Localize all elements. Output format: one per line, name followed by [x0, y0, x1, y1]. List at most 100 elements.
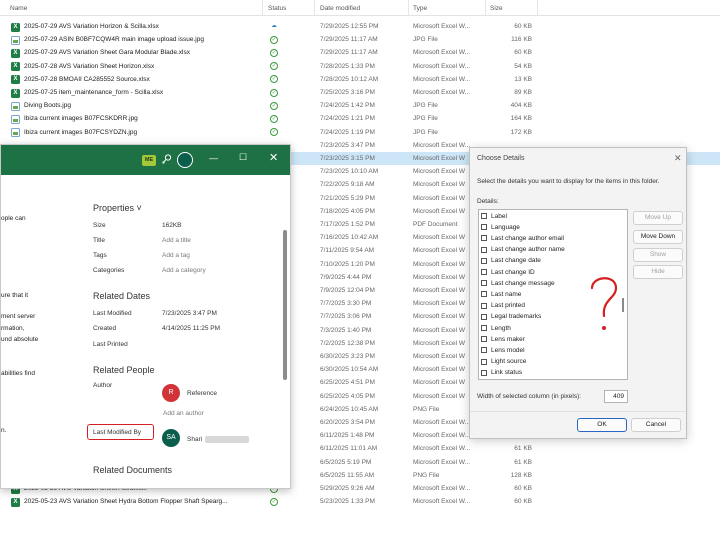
show-button[interactable]: Show	[633, 248, 683, 262]
file-date-modified: 6/24/2025 10:45 AM	[320, 405, 379, 413]
file-row[interactable]: X 2025-07-29 AVS Variation Sheet Gara Mod…	[0, 46, 720, 59]
date-value-last-modified: 7/23/2025 3:47 PM	[162, 310, 217, 317]
details-item-label: Last change author email	[491, 234, 564, 242]
file-row[interactable]: X 2025-05-23 AVS Variation Sheet Hydra Bo…	[0, 495, 720, 508]
file-size: 172 KB	[510, 128, 532, 136]
account-avatar[interactable]	[177, 152, 193, 168]
file-type: JPG File	[413, 36, 438, 44]
file-type: Microsoft Excel W...	[413, 62, 471, 70]
move-up-button[interactable]: Move Up	[633, 211, 683, 225]
details-item-label: Lens maker	[491, 335, 525, 343]
author-avatar[interactable]: R	[162, 384, 180, 402]
property-value-tags[interactable]: Add a tag	[162, 252, 190, 259]
checkbox[interactable]	[481, 246, 487, 253]
coauthoring-icon[interactable]	[161, 153, 173, 165]
file-type: JPG File	[413, 102, 438, 110]
file-name: 2025-07-25 item_maintenance_form - Scill…	[24, 89, 164, 96]
file-date-modified: 7/29/2025 11:17 AM	[320, 49, 378, 57]
left-pane-text: ople can	[1, 215, 26, 222]
last-modified-by-label: Last Modified By	[93, 429, 142, 436]
checkbox[interactable]	[481, 235, 487, 242]
file-row[interactable]: Ibiza current images B07FCSKDRR.jpg 7/24/…	[0, 112, 720, 125]
file-date-modified: 6/30/2025 3:23 PM	[320, 353, 375, 360]
dialog-close-icon[interactable]: ✕	[674, 153, 682, 164]
add-author-link[interactable]: Add an author	[163, 410, 204, 417]
maximize-icon[interactable]: ☐	[239, 152, 247, 163]
file-size: 116 KB	[511, 36, 532, 44]
file-row[interactable]: X 2025-07-25 item_maintenance_form - Scil…	[0, 86, 720, 99]
file-date-modified: 7/7/2025 3:30 PM	[320, 300, 372, 308]
info-scrollbar[interactable]	[283, 205, 288, 475]
hide-button[interactable]: Hide	[633, 265, 683, 279]
related-documents-heading: Related Documents	[93, 465, 173, 475]
author-name[interactable]: Reference	[187, 390, 217, 397]
file-date-modified: 7/22/2025 9:18 AM	[320, 181, 375, 189]
column-width-input[interactable]: 409	[604, 390, 628, 403]
file-size: 61 KB	[514, 458, 532, 466]
choose-details-dialog: Choose Details ✕ Select the details you …	[469, 147, 687, 439]
dialog-title: Choose Details	[477, 155, 525, 162]
checkbox[interactable]	[481, 291, 487, 298]
column-header-type[interactable]: Type	[413, 5, 427, 12]
checkbox[interactable]	[481, 213, 487, 219]
redacted-surname	[205, 436, 249, 443]
column-header-bar: Name Status Date modified Type Size	[0, 0, 720, 16]
checkbox[interactable]	[481, 358, 487, 365]
column-header-status[interactable]: Status	[268, 5, 286, 12]
checkbox[interactable]	[481, 369, 487, 376]
checkbox[interactable]	[481, 280, 487, 287]
checkbox[interactable]	[481, 325, 487, 331]
checkbox[interactable]	[481, 224, 487, 231]
checkbox[interactable]	[481, 336, 487, 343]
column-header-date-modified[interactable]: Date modified	[320, 5, 360, 12]
file-size: 128 KB	[510, 471, 532, 479]
file-date-modified: 7/11/2025 9:54 AM	[320, 247, 375, 255]
modifier-name[interactable]: Shari	[187, 436, 202, 443]
checkbox[interactable]	[481, 313, 487, 320]
column-header-size[interactable]: Size	[490, 5, 503, 12]
details-item-label: Last name	[491, 290, 522, 298]
file-name: 2025-07-29 AVS Variation Sheet Gara Modu…	[24, 49, 190, 57]
minimize-icon[interactable]: —	[209, 153, 218, 163]
file-date-modified: 7/24/2025 1:42 PM	[320, 102, 375, 110]
checkbox[interactable]	[481, 257, 487, 264]
property-value-title[interactable]: Add a title	[162, 237, 191, 244]
file-date-modified: 7/29/2025 11:17 AM	[320, 36, 378, 44]
checkbox[interactable]	[481, 302, 487, 309]
file-type: Microsoft Excel W...	[413, 445, 471, 453]
file-date-modified: 6/5/2025 5:19 PM	[320, 458, 372, 466]
file-date-modified: 7/23/2025 3:47 PM	[320, 141, 375, 149]
synced-check-icon: ✓	[270, 62, 278, 71]
modifier-avatar[interactable]: SA	[162, 429, 180, 447]
ok-button[interactable]: OK	[577, 418, 627, 432]
close-icon[interactable]: ✕	[269, 151, 278, 164]
file-row[interactable]: X 2025-07-28 BMOAII CA285552 Source.xlsx 7…	[0, 73, 720, 86]
cancel-button[interactable]: Cancel	[631, 418, 681, 432]
user-initials-badge[interactable]: ME	[142, 155, 156, 166]
column-header-name[interactable]: Name	[10, 5, 27, 12]
file-size: 61 KB	[514, 445, 532, 453]
file-name: 2025-07-29 ASIN B0BF7CQW4R main image up…	[24, 36, 204, 44]
file-type: Microsoft Excel W...	[413, 89, 471, 96]
left-pane-text: ment server	[1, 313, 36, 320]
move-down-button[interactable]: Move Down	[633, 230, 683, 244]
details-item-label: Label	[491, 212, 507, 220]
file-date-modified: 7/28/2025 1:33 PM	[320, 62, 375, 70]
synced-check-icon: ✓	[270, 128, 278, 137]
property-label-title: Title	[93, 237, 106, 244]
file-row[interactable]: X 2025-07-28 AVS Variation Sheet Horizon.…	[0, 60, 720, 73]
file-size: 60 KB	[514, 485, 532, 492]
file-row[interactable]: Diving Boots.jpg 7/24/2025 1:42 PM JPG Fil…	[0, 99, 720, 112]
file-row[interactable]: 2025-07-29 ASIN B0BF7CQW4R main image up…	[0, 33, 720, 46]
property-value-categories[interactable]: Add a category	[162, 267, 206, 274]
properties-heading[interactable]: Properties ˅	[93, 203, 142, 213]
checkbox[interactable]	[481, 269, 487, 275]
file-size: 60 KB	[514, 23, 532, 30]
column-width-label: Width of selected column (in pixels):	[477, 393, 582, 400]
file-row[interactable]: Ibiza current images B07FCSYDZN.jpg 7/24/…	[0, 126, 720, 139]
synced-check-icon: ✓	[270, 75, 278, 84]
file-name: Ibiza current images B07FCSYDZN.jpg	[24, 128, 138, 136]
file-row[interactable]: X 2025-07-29 AVS Variation Horizon & Scil…	[0, 20, 720, 33]
checkbox[interactable]	[481, 347, 487, 354]
file-date-modified: 6/11/2025 11:01 AM	[320, 445, 378, 453]
